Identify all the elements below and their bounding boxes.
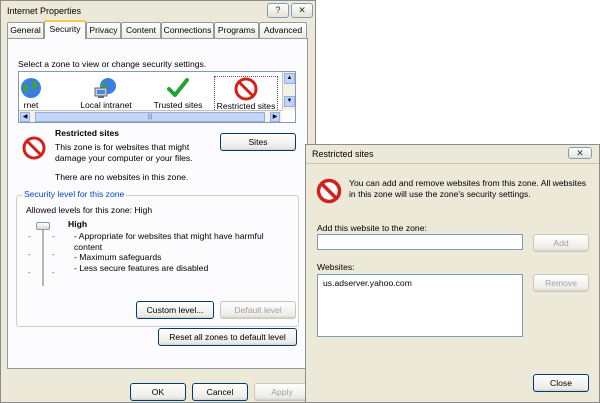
divider (306, 163, 599, 164)
level-bullet: - Less secure features are disabled (74, 262, 209, 273)
add-button[interactable]: Add (533, 234, 589, 252)
close-button[interactable]: Close (533, 374, 589, 392)
websites-list[interactable]: us.adserver.yahoo.com (317, 274, 523, 337)
tab-advanced[interactable]: Advanced (259, 22, 307, 38)
level-name: High (68, 219, 88, 229)
remove-button[interactable]: Remove (533, 274, 589, 292)
zone-list[interactable]: rnet Local intranet Trusted sites Restri… (18, 71, 296, 123)
scroll-up-icon[interactable]: ▲ (284, 73, 295, 84)
zone-status: There are no websites in this zone. (55, 172, 189, 182)
zone-label: Trusted sites (153, 100, 203, 110)
globe-icon (21, 78, 41, 98)
tab-connections[interactable]: Connections (161, 22, 214, 38)
tab-security[interactable]: Security (44, 20, 86, 39)
zone-label: Local intranet (80, 100, 132, 110)
reset-zones-button[interactable]: Reset all zones to default level (158, 328, 297, 346)
default-level-button[interactable]: Default level (220, 301, 296, 319)
security-group-label: Security level for this zone (22, 189, 127, 199)
zone-item-local-intranet[interactable]: Local intranet (71, 76, 141, 110)
close-button[interactable]: ✕ (291, 3, 313, 18)
no-entry-icon (234, 77, 258, 101)
horizontal-scrollbar[interactable]: ◀ ||| ▶ (19, 110, 282, 122)
security-tab-page: Select a zone to view or change security… (7, 38, 308, 369)
zone-description: This zone is for websites that might dam… (55, 142, 193, 163)
tab-privacy[interactable]: Privacy (86, 22, 121, 38)
scroll-thumb[interactable]: ||| (35, 112, 265, 122)
checkmark-icon (167, 78, 189, 97)
no-entry-icon (22, 136, 46, 160)
add-website-input[interactable] (317, 234, 523, 250)
level-bullet: - Appropriate for websites that might ha… (74, 231, 264, 252)
add-website-label: Add this website to the zone: (317, 223, 427, 233)
zone-prompt: Select a zone to view or change security… (18, 59, 207, 69)
slider-ticks: -- -- -- (28, 232, 55, 277)
zone-item-internet[interactable]: rnet (19, 76, 61, 110)
sites-button[interactable]: Sites (220, 133, 296, 151)
dialog-info-text: You can add and remove websites from thi… (349, 178, 587, 199)
tab-programs[interactable]: Programs (214, 22, 259, 38)
internet-properties-window: Internet Properties ? ✕ General Security… (0, 0, 316, 403)
allowed-levels-label: Allowed levels for this zone: High (26, 205, 153, 215)
custom-level-button[interactable]: Custom level... (136, 301, 214, 319)
dialog-title: Restricted sites (312, 149, 374, 159)
restricted-sites-dialog: Restricted sites ✕ You can add and remov… (305, 144, 600, 403)
list-item[interactable]: us.adserver.yahoo.com (323, 278, 517, 288)
window-title: Internet Properties (7, 6, 82, 16)
zone-label: rnet (23, 100, 39, 110)
scroll-left-icon[interactable]: ◀ (20, 112, 30, 122)
local-intranet-icon (94, 78, 116, 98)
no-entry-icon (316, 178, 342, 204)
apply-button[interactable]: Apply (254, 383, 310, 401)
tab-content[interactable]: Content (121, 22, 161, 38)
cancel-button[interactable]: Cancel (192, 383, 248, 401)
vertical-scrollbar[interactable]: ▲ ▼ (282, 72, 295, 110)
dialog-title-bar: Restricted sites (306, 145, 599, 163)
websites-label: Websites: (317, 262, 355, 272)
tab-general[interactable]: General (7, 22, 44, 38)
help-button[interactable]: ? (267, 3, 289, 18)
zone-name: Restricted sites (55, 128, 120, 138)
zone-item-trusted-sites[interactable]: Trusted sites (147, 76, 209, 110)
level-bullets: - Appropriate for websites that might ha… (74, 231, 294, 273)
dialog-close-icon[interactable]: ✕ (568, 147, 592, 159)
scroll-down-icon[interactable]: ▼ (284, 96, 295, 107)
level-bullet: - Maximum safeguards (74, 252, 162, 262)
scroll-right-icon[interactable]: ▶ (270, 112, 280, 122)
ok-button[interactable]: OK (130, 383, 186, 401)
